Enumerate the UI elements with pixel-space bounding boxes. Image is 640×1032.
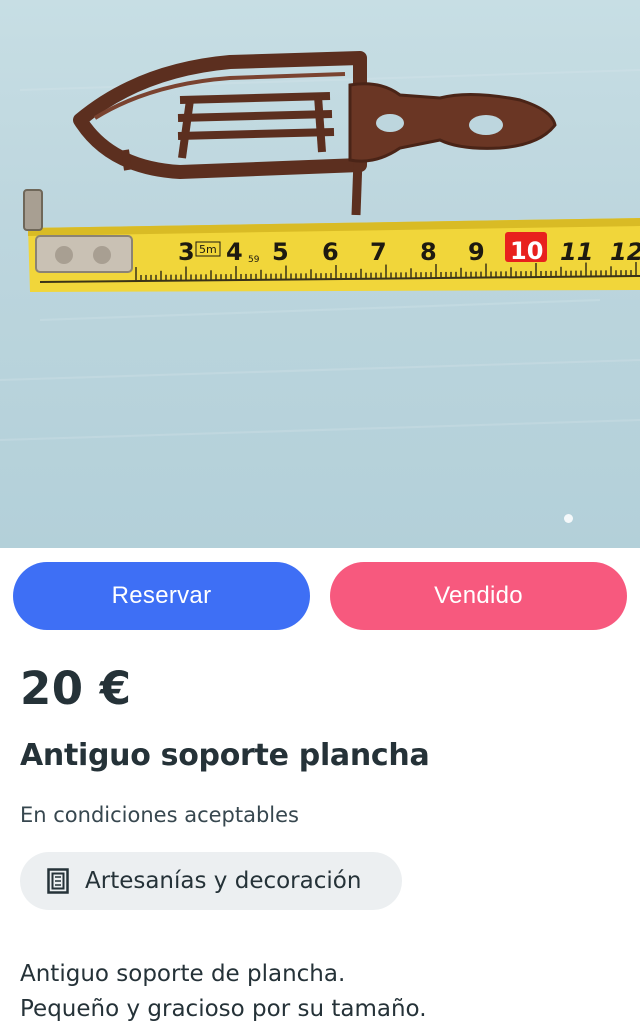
- tape-number: 7: [370, 238, 387, 266]
- product-description: Antiguo soporte de plancha. Pequeño y gr…: [20, 957, 620, 1027]
- category-label: Artesanías y decoración: [85, 868, 362, 894]
- artwork-frame-icon: [47, 868, 69, 894]
- tape-number: 6: [322, 238, 339, 266]
- sold-button[interactable]: Vendido: [330, 562, 627, 630]
- tape-number: 8: [420, 238, 437, 266]
- iron-trivet: [73, 51, 367, 216]
- trivet-handle: [348, 82, 557, 163]
- description-line: Pequeño y gracioso por su tamaño.: [20, 996, 427, 1022]
- product-photo-illustration: 3 4 5 6 7 8 9 10 11 12 5m 59: [0, 51, 640, 441]
- product-condition: En condiciones aceptables: [20, 803, 299, 827]
- tape-number: 9: [468, 238, 485, 266]
- tape-mark: 59: [248, 255, 260, 265]
- product-photo[interactable]: 3 4 5 6 7 8 9 10 11 12 5m 59: [0, 0, 640, 548]
- tape-number: 4: [226, 238, 243, 266]
- measuring-tape: 3 4 5 6 7 8 9 10 11 12 5m 59: [23, 189, 640, 292]
- tape-mark: 5m: [199, 243, 217, 256]
- tape-number: 12: [610, 238, 640, 266]
- tape-number: 10: [510, 237, 543, 265]
- carousel-dot-indicator[interactable]: [564, 514, 573, 523]
- tape-number: 11: [560, 238, 593, 266]
- tape-number: 3: [178, 238, 195, 266]
- reserve-button[interactable]: Reservar: [13, 562, 310, 630]
- category-chip[interactable]: Artesanías y decoración: [20, 852, 402, 910]
- tape-number: 5: [272, 238, 289, 266]
- description-line: Antiguo soporte de plancha.: [20, 961, 346, 987]
- product-title: Antiguo soporte plancha: [20, 738, 430, 773]
- price: 20 €: [20, 662, 132, 715]
